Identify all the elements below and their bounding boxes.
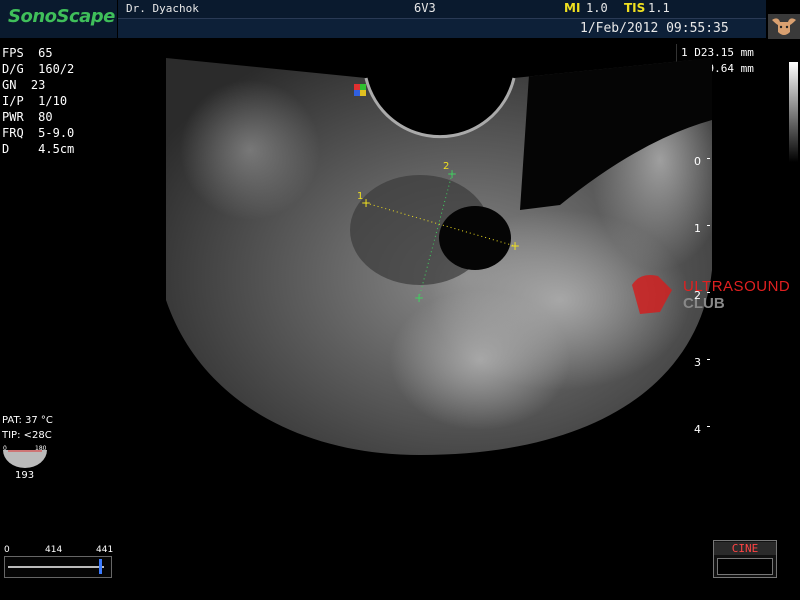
depth-label-1: 1 <box>694 222 701 235</box>
tip-temperature: TIP: <28C <box>2 430 52 441</box>
depth-label-4: 4 <box>694 423 701 436</box>
depth-tick <box>707 359 710 360</box>
cine-label: CINE <box>714 542 776 555</box>
frame-slider[interactable] <box>4 556 112 578</box>
depth-tick <box>707 158 710 159</box>
ultrasound-image: + + + + <box>166 58 712 455</box>
gauge-min: 0 <box>3 445 7 452</box>
gray-scale-bar <box>789 62 798 162</box>
depth-label-2: 2 <box>694 289 701 302</box>
depth-tick <box>707 225 710 226</box>
gauge-value: 193 <box>15 470 35 481</box>
slider-handle[interactable] <box>99 559 102 574</box>
depth-tick <box>707 292 710 293</box>
gauge-max: 180 <box>35 445 47 452</box>
slider-current-label: 414 <box>45 545 63 555</box>
svg-text:+: + <box>414 291 424 305</box>
caliper-marker-2: 2 <box>443 161 450 172</box>
patient-temperature: PAT: 37 °C <box>2 415 53 426</box>
cine-bar[interactable] <box>717 558 773 575</box>
cine-panel[interactable]: CINE <box>713 540 777 578</box>
slider-track <box>8 566 104 568</box>
depth-tick <box>707 426 710 427</box>
svg-text:+: + <box>510 239 520 253</box>
caliper-marker-1: 1 <box>357 191 364 202</box>
depth-label-3: 3 <box>694 356 701 369</box>
watermark-line2: CLUB <box>683 295 725 312</box>
depth-label-0: 0 <box>694 155 701 168</box>
slider-start-label: 0 <box>4 545 10 555</box>
slider-end-label: 441 <box>96 545 114 555</box>
